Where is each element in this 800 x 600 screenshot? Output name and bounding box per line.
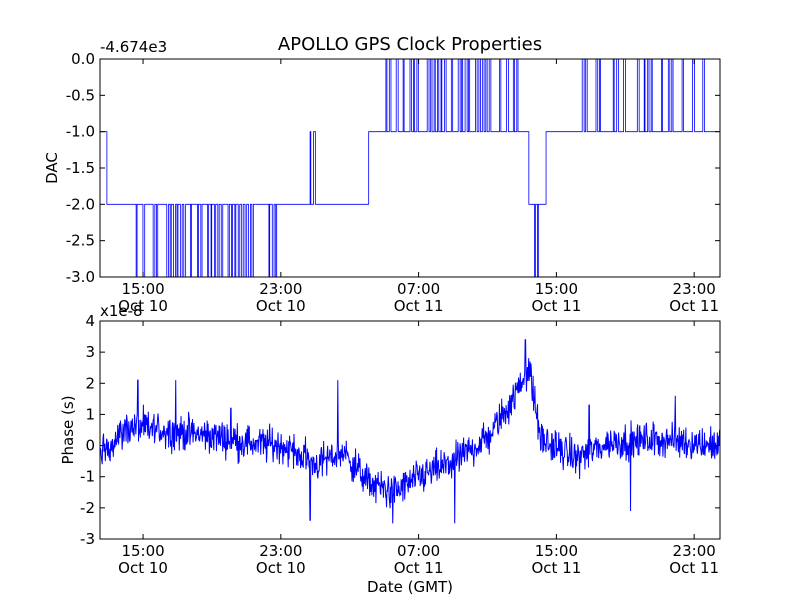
x-tick-time-label: 23:00	[259, 542, 302, 560]
x-tick-time-label: 15:00	[535, 280, 578, 298]
x-tick-date-label: Oct 10	[118, 559, 168, 577]
x-tick-date-label: Oct 11	[394, 297, 444, 315]
x-tick-date-label: Oct 10	[256, 559, 306, 577]
x-tick-time-label: 15:00	[121, 280, 164, 298]
x-tick-date-label: Oct 10	[256, 297, 306, 315]
x-tick-time-label: 15:00	[121, 542, 164, 560]
x-tick-time-label: 23:00	[259, 280, 302, 298]
x-tick-date-label: Oct 11	[669, 559, 719, 577]
phase-offset-label: x1e-8	[100, 302, 143, 320]
dac-ylabel: DAC	[43, 152, 61, 184]
y-tick-label: 0.0	[71, 50, 95, 68]
y-tick-label: -1.0	[66, 123, 95, 141]
y-tick-label: 1	[85, 405, 95, 423]
y-tick-label: -1.5	[66, 159, 95, 177]
y-tick-label: 4	[85, 312, 95, 330]
phase-ylabel: Phase (s)	[59, 395, 77, 464]
x-tick-time-label: 15:00	[535, 542, 578, 560]
y-tick-label: -3	[80, 530, 95, 548]
y-tick-label: -3.0	[66, 268, 95, 286]
x-tick-time-label: 07:00	[397, 542, 440, 560]
x-tick-time-label: 07:00	[397, 280, 440, 298]
y-tick-label: 0	[85, 437, 95, 455]
y-tick-label: 2	[85, 374, 95, 392]
x-tick-date-label: Oct 11	[531, 559, 581, 577]
y-tick-label: -2.0	[66, 195, 95, 213]
dac-offset-label: -4.674e3	[100, 38, 167, 56]
x-tick-date-label: Oct 11	[531, 297, 581, 315]
x-tick-time-label: 23:00	[673, 542, 716, 560]
x-axis-label: Date (GMT)	[367, 578, 453, 596]
y-tick-label: -2	[80, 499, 95, 517]
y-tick-label: -2.5	[66, 232, 95, 250]
chart-figure: APOLLO GPS Clock Properties -4.674e3 DAC…	[0, 0, 800, 600]
y-tick-label: 3	[85, 343, 95, 361]
y-tick-label: -0.5	[66, 86, 95, 104]
y-tick-label: -1	[80, 468, 95, 486]
x-tick-date-label: Oct 11	[394, 559, 444, 577]
x-tick-time-label: 23:00	[673, 280, 716, 298]
chart-title: APOLLO GPS Clock Properties	[278, 34, 542, 55]
x-tick-date-label: Oct 11	[669, 297, 719, 315]
